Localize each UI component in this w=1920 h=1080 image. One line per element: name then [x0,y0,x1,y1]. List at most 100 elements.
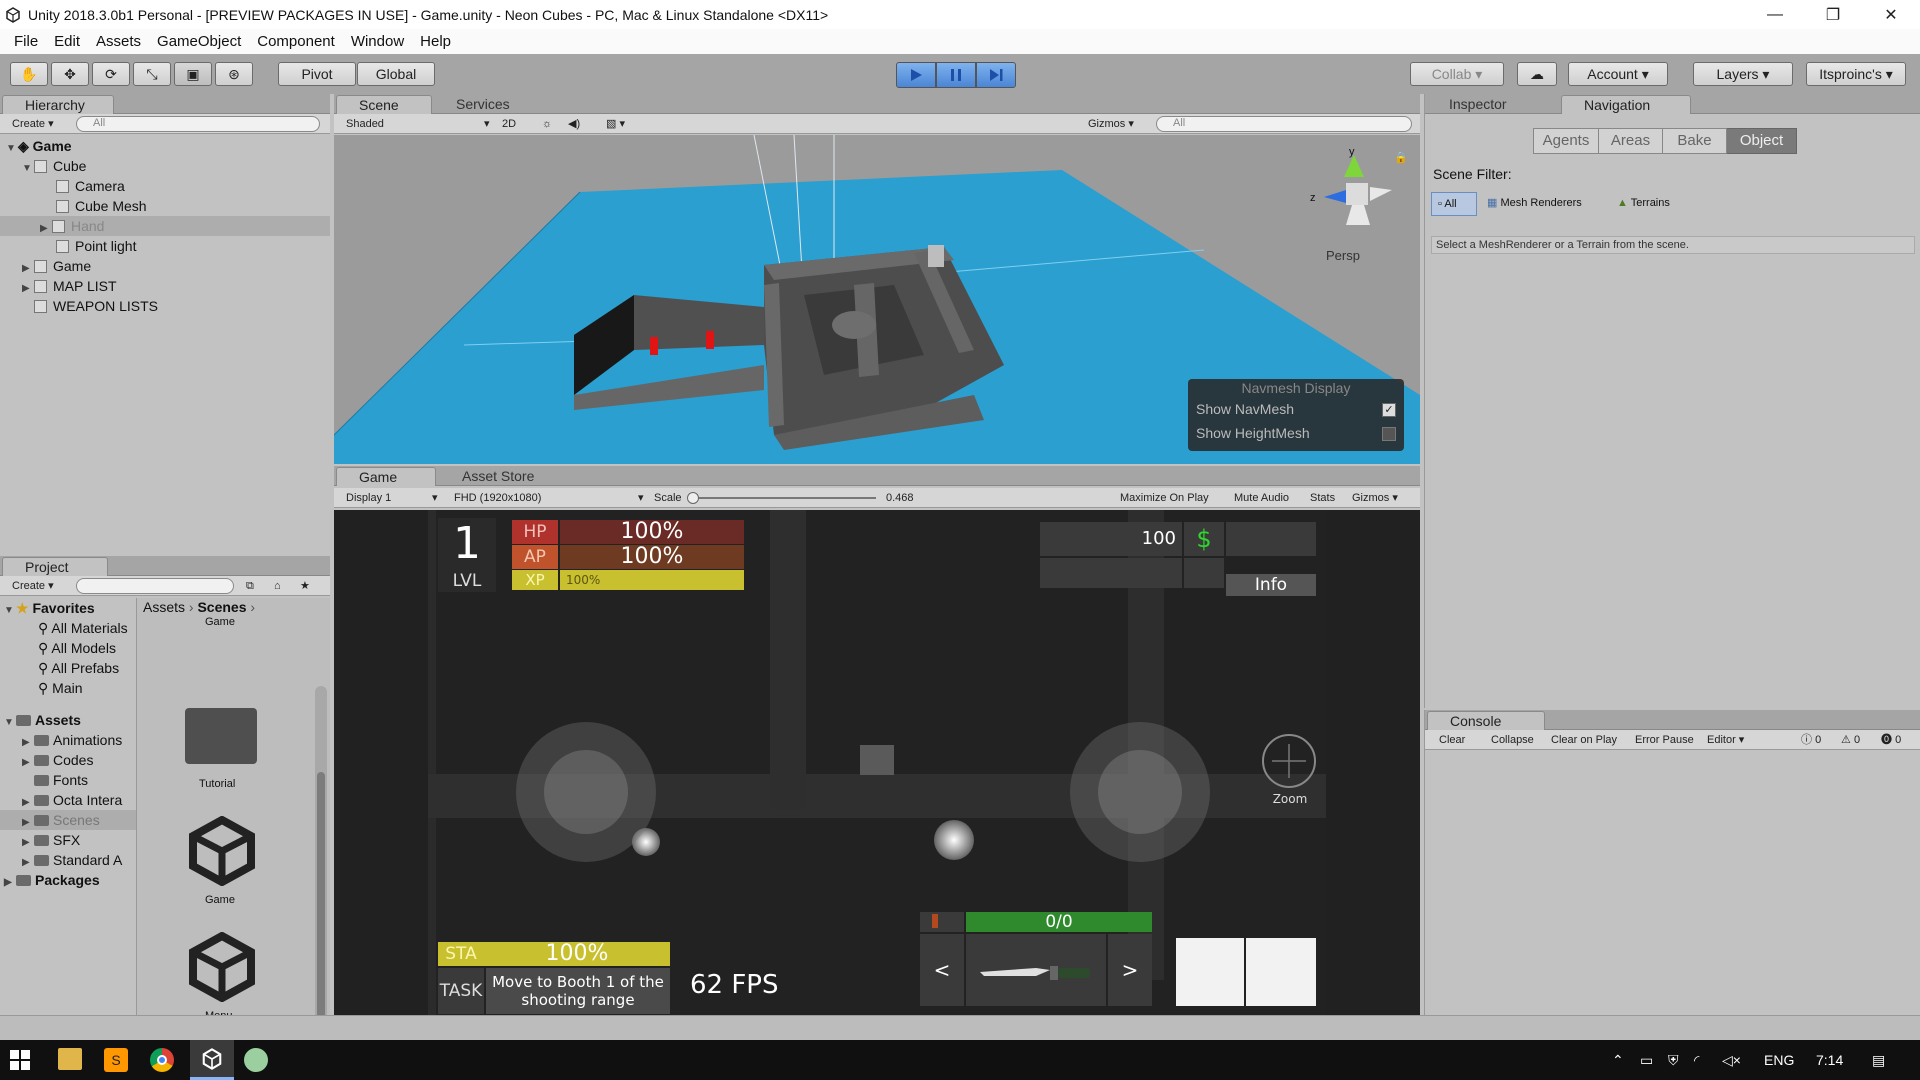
language-indicator[interactable]: ENG [1764,1040,1794,1080]
unity-scene-icon[interactable] [187,932,257,1002]
display-dropdown[interactable]: Display 1 ▾ [346,490,440,506]
global-toggle[interactable]: Global [357,62,435,86]
rotate-tool-button[interactable]: ⟳ [92,62,130,86]
scale-slider[interactable] [687,492,876,504]
tab-project[interactable]: Project [2,557,108,576]
breadcrumb-scenes[interactable]: Scenes [197,599,246,615]
lighting-icon[interactable]: ☼ [542,116,552,132]
console-error-toggle[interactable]: ⓿ 0 [1881,732,1901,748]
tab-inspector[interactable]: Inspector [1427,95,1545,114]
tab-scene[interactable]: Scene [336,95,432,114]
move-tool-button[interactable]: ✥ [51,62,89,86]
console-clear-on-play-button[interactable]: Clear on Play [1551,732,1617,748]
audio-icon[interactable]: ◀) [568,116,580,132]
console-info-toggle[interactable]: ⓘ 0 [1801,732,1821,748]
tab-game[interactable]: Game [336,467,436,486]
hierarchy-item[interactable]: ▶ MAP LIST [22,276,117,296]
vertical-scrollbar[interactable] [315,686,327,1026]
favorites-header[interactable]: ▼ ★ Favorites [4,598,95,618]
app-icon[interactable] [244,1048,268,1072]
rect-tool-button[interactable]: ▣ [174,62,212,86]
cloud-button[interactable]: ☁ [1517,62,1557,86]
filter-mesh-renderers-button[interactable]: ▦ Mesh Renderers [1483,192,1607,216]
tab-hierarchy[interactable]: Hierarchy [2,95,114,114]
zoom-button[interactable] [1262,734,1316,788]
favorite-item[interactable]: ⚲ All Prefabs [38,658,119,678]
layers-dropdown[interactable]: Layers ▾ [1693,62,1793,86]
show-navmesh-checkbox[interactable]: ✓ [1382,403,1396,417]
maximize-on-play-toggle[interactable]: Maximize On Play [1120,490,1209,506]
hierarchy-search-input[interactable]: All [76,116,320,132]
persp-label[interactable]: Persp [1326,248,1360,263]
next-weapon-button[interactable]: > [1108,934,1152,1006]
asset-folder[interactable]: Fonts [34,770,88,790]
tab-asset-store[interactable]: Asset Store [440,467,560,486]
menu-assets[interactable]: Assets [88,33,149,50]
hierarchy-item[interactable]: ▶ Game [22,256,91,276]
chrome-icon[interactable] [150,1048,174,1072]
unity-scene-icon[interactable] [187,816,257,886]
menu-edit[interactable]: Edit [46,33,88,50]
packages-header[interactable]: ▶ Packages [4,870,100,890]
file-explorer-icon[interactable] [58,1048,82,1070]
tab-navigation[interactable]: Navigation [1561,95,1691,114]
asset-folder[interactable]: ▶ Scenes [22,810,100,830]
menu-window[interactable]: Window [343,33,412,50]
tab-console[interactable]: Console [1427,711,1545,730]
favorite-item[interactable]: ⚲ All Models [38,638,116,658]
effects-icon[interactable]: ▧ ▾ [606,116,625,132]
console-warning-toggle[interactable]: ⚠ 0 [1841,732,1860,748]
start-button[interactable] [10,1050,30,1073]
action-button-2[interactable] [1246,938,1316,1006]
hierarchy-item[interactable]: Point light [56,236,136,256]
game-gizmos-dropdown[interactable]: Gizmos ▾ [1352,490,1398,506]
shading-dropdown[interactable]: Shaded ▾ [346,116,496,132]
hierarchy-item[interactable]: ▼ Cube [22,156,86,176]
hierarchy-create-button[interactable]: Create ▾ [12,116,54,132]
menu-file[interactable]: File [6,33,46,50]
transform-tool-button[interactable]: ⊛ [215,62,253,86]
hierarchy-item[interactable]: WEAPON LISTS [34,296,158,316]
maximize-button[interactable]: ❐ [1804,0,1862,29]
console-collapse-button[interactable]: Collapse [1491,732,1534,748]
unity-taskbar-button[interactable] [190,1040,234,1080]
console-editor-dropdown[interactable]: Editor ▾ [1707,732,1744,748]
stats-toggle[interactable]: Stats [1310,490,1335,506]
2d-toggle[interactable]: 2D [502,116,516,132]
scrollbar-thumb[interactable] [317,772,325,1022]
step-button[interactable] [976,62,1016,88]
aim-joystick[interactable] [1070,722,1210,862]
subtab-areas[interactable]: Areas [1599,128,1663,154]
favorite-star-icon[interactable]: ★ [300,578,310,594]
menu-component[interactable]: Component [249,33,343,50]
lock-icon[interactable]: 🔒 [1394,151,1408,164]
move-joystick[interactable] [516,722,656,862]
battery-icon[interactable]: ▭ [1640,1040,1653,1080]
minimize-button[interactable]: — [1746,0,1804,29]
scene-search-input[interactable]: All [1156,116,1412,132]
sublime-icon[interactable]: S [104,1048,128,1072]
asset-folder[interactable]: ▶ Standard A [22,850,122,870]
move-joystick-knob[interactable] [544,750,628,834]
menu-help[interactable]: Help [412,33,459,50]
scale-slider-thumb[interactable] [687,492,699,504]
breadcrumb-assets[interactable]: Assets [143,599,185,615]
asset-folder[interactable]: ▶ Codes [22,750,93,770]
scene-root[interactable]: ▼ ◈ Game [6,136,72,156]
asset-folder[interactable]: ▶ SFX [22,830,80,850]
asset-folder[interactable]: ▶ Octa Intera [22,790,122,810]
subtab-bake[interactable]: Bake [1663,128,1727,154]
info-button[interactable]: Info [1226,574,1316,596]
project-search-input[interactable] [76,578,234,594]
filter-label-icon[interactable]: ⌂ [274,578,281,594]
security-icon[interactable]: ⛨ [1668,1040,1679,1080]
account-dropdown[interactable]: Account ▾ [1568,62,1668,86]
hierarchy-item[interactable]: ▶ Hand [40,216,104,236]
console-error-pause-button[interactable]: Error Pause [1635,732,1694,748]
show-heightmesh-checkbox[interactable] [1382,427,1396,441]
scale-tool-button[interactable]: ⤡ [133,62,171,86]
wifi-icon[interactable]: ◜ [1694,1040,1699,1080]
favorite-item[interactable]: ⚲ All Materials [38,618,128,638]
notifications-icon[interactable]: ▤ [1872,1040,1885,1080]
menu-gameobject[interactable]: GameObject [149,33,249,50]
